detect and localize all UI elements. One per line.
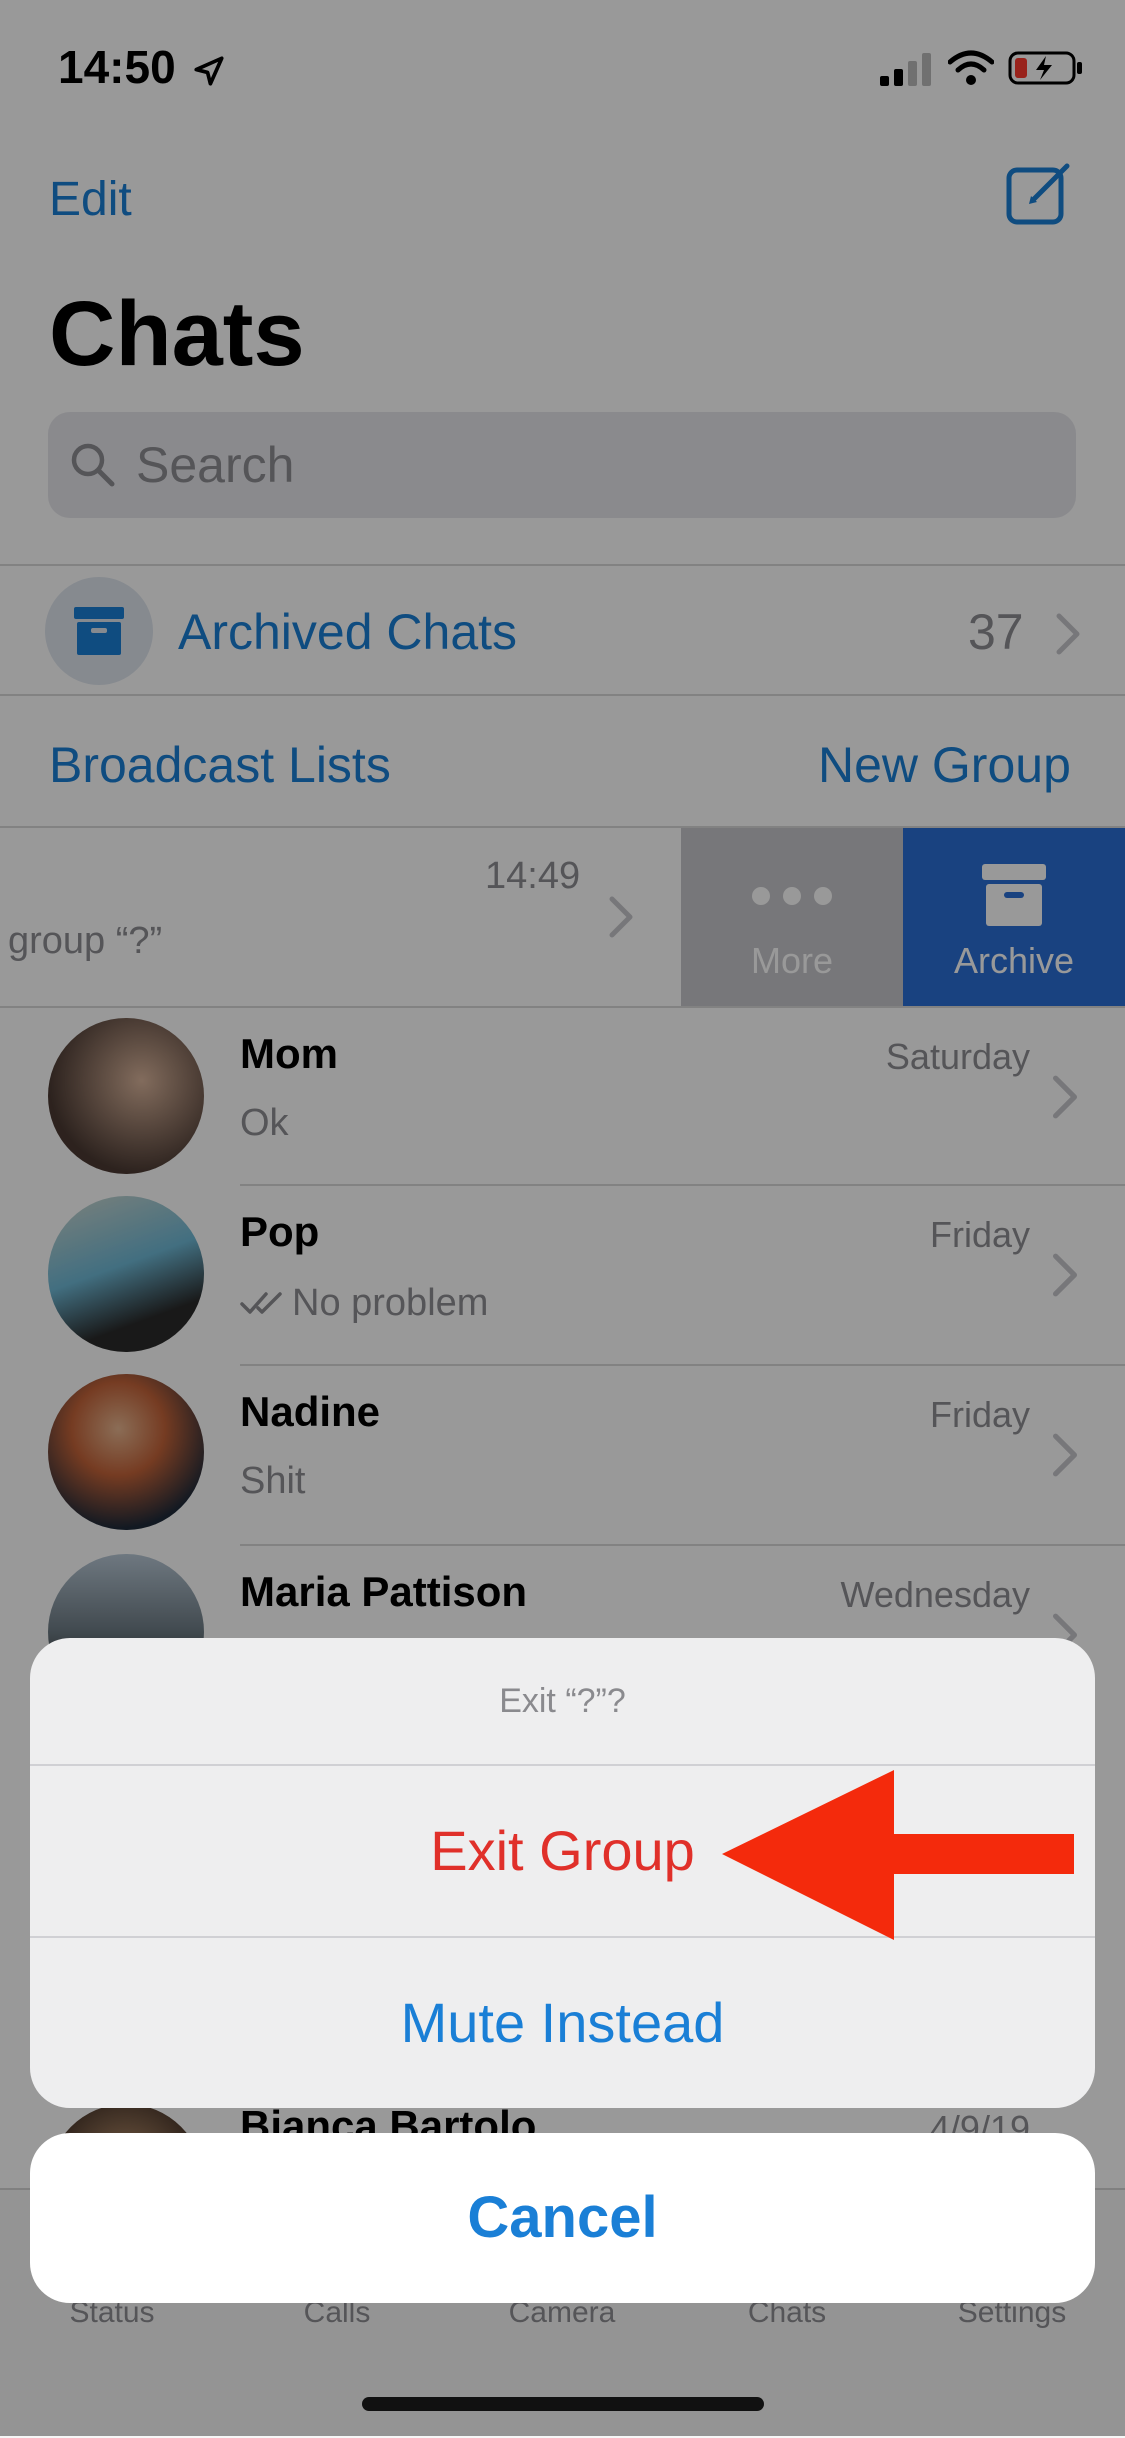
home-indicator (362, 2397, 764, 2411)
cancel-button[interactable]: Cancel (30, 2133, 1095, 2303)
red-arrow-annotation (722, 1770, 1074, 1940)
mute-instead-button[interactable]: Mute Instead (30, 1938, 1095, 2108)
action-sheet-title: Exit “?”? (499, 1682, 626, 1720)
